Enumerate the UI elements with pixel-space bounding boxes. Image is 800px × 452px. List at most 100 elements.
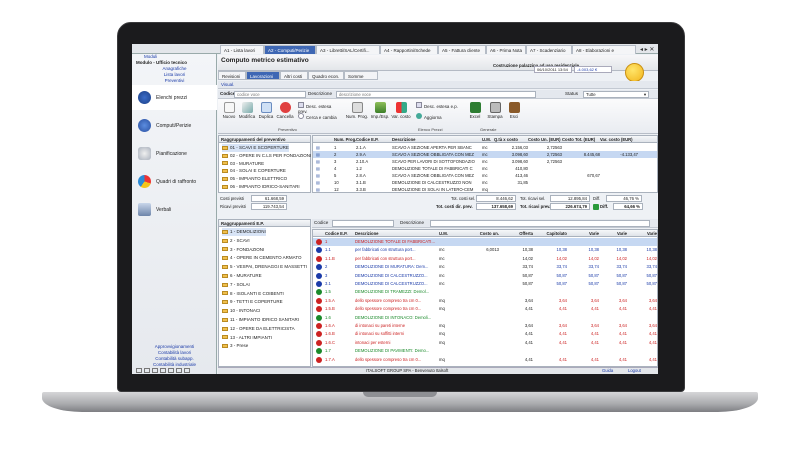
nav-quadri-raffronto[interactable]: Quadri di raffronto <box>132 169 217 194</box>
tree-item[interactable]: 3 - FONDAZIONI <box>222 246 264 254</box>
tab-scadenziario[interactable]: A7 - Scadenziario <box>526 45 572 54</box>
table-row[interactable]: ▤ 2 2.9.A SCAVO A SEZIONE OBBLIGATA CON MEZ… <box>313 151 657 158</box>
column-header[interactable]: Descrizione <box>355 230 439 236</box>
tree-item[interactable]: 3 - Prese <box>222 342 248 350</box>
table-row[interactable]: ▤ 10 3.1.B DEMOLIZIONE DI CALCESTRUZZO NON m… <box>313 179 657 186</box>
guida-link[interactable]: Guida <box>602 368 613 373</box>
tab-prima-nota[interactable]: A6 - Prima Nota <box>486 45 526 54</box>
tab-somme-disp[interactable]: Somme disp. <box>344 71 378 88</box>
table-row[interactable]: 1.5.B dello spessore compreso tra cm 0...… <box>313 305 657 313</box>
column-header[interactable]: Offerta <box>499 230 533 236</box>
column-header[interactable]: Capitolato <box>533 230 567 236</box>
table-row[interactable]: 1.5 DEMOLIZIONE DI TRAMEZZI: Demol... <box>313 288 657 296</box>
tab-quadro-econ[interactable]: Quadro econ. <box>308 71 344 80</box>
stampa-button[interactable]: Stampa <box>485 102 505 119</box>
modifica-button[interactable]: Modifica <box>237 102 257 119</box>
column-header[interactable]: Costo Tot. (EUR) <box>562 136 600 142</box>
table-row[interactable]: 1.1.B per fabbricati con struttura port..… <box>313 255 657 263</box>
codice-input[interactable]: codice voce <box>234 91 306 98</box>
column-header[interactable]: Codice E.P. <box>356 136 392 142</box>
tree-item[interactable]: 8 - ISOLANTI E COIBENTI <box>222 290 284 298</box>
column-header[interactable]: Num. Prog. <box>334 136 356 142</box>
table-row[interactable]: ▤ 5 2.8.A SCAVO A SEZIONE OBBLIGATA CON MEZ… <box>313 172 657 179</box>
tab-scroll-arrows[interactable]: ◂ ▸ ✕ <box>640 46 654 53</box>
table-row[interactable]: ▤ 3 2.10.A SCAVO PER LAVORI DI SOTTOFONDAZI… <box>313 158 657 165</box>
table-row[interactable]: 1.6 DEMOLIZIONE DI INTONACO: Demoli... <box>313 314 657 322</box>
duplica-button[interactable]: Duplica <box>257 102 275 119</box>
aggiorna-button[interactable]: Aggiorna <box>416 113 462 120</box>
column-header[interactable]: Costo un. <box>469 230 499 236</box>
column-header[interactable]: Q.tà x costo <box>494 136 528 142</box>
tree-item[interactable]: 7 - SOLAI <box>222 281 250 289</box>
table-row[interactable]: 1 DEMOLIZIONE TOTALE DI FABBRICATI... <box>313 238 657 246</box>
visual-link[interactable]: Visual. <box>221 82 234 87</box>
table-row[interactable]: ▤ 4 1.2 DEMOLIZIONE TOTALE DI FABBRICATI C m… <box>313 165 657 172</box>
tree-item[interactable]: 6 - MURATURE <box>222 272 262 280</box>
nav-elenchi-prezzi[interactable]: Elenchi prezzi <box>132 85 217 110</box>
desc-estesa-ep-button[interactable]: Desc. estesa e.p. <box>416 102 462 109</box>
column-header[interactable]: Varie <box>599 230 627 236</box>
table-row[interactable]: 3.1 DEMOLIZIONE DI CALCESTRUZZO... mc 50,87… <box>313 280 657 288</box>
tab-altri-costi[interactable]: Altri costi <box>280 71 308 80</box>
column-header[interactable]: U.M. <box>482 136 494 142</box>
logout-link[interactable]: Logout <box>628 368 641 373</box>
cancella-button[interactable]: Cancella <box>275 102 295 119</box>
tree-item[interactable]: 1 - DEMOLIZIONI <box>222 228 266 236</box>
tree-item[interactable]: 12 - OPERE DA ELETTRICISTA <box>222 325 295 333</box>
lower-descrizione-input[interactable] <box>430 220 650 227</box>
column-header[interactable]: Descrizione <box>392 136 482 142</box>
tree-item[interactable]: 05 - IMPIANTO ELETTRICO <box>222 175 287 183</box>
tree-item[interactable]: 5 - VESPAI, DRENAGGI E MASSETTI <box>222 263 307 271</box>
tree-item[interactable]: 2 - SCAVI <box>222 237 250 245</box>
nav-verbali[interactable]: Verbali <box>132 197 217 222</box>
tree-item[interactable]: 4 - OPERE IN CEMENTO ARMATO <box>222 254 302 262</box>
table-row[interactable]: 1.6.B di intonaci su soffitti interni mq 4,… <box>313 330 657 338</box>
tree-item[interactable]: 11 - IMPIANTO IDRICO SANITARI <box>222 316 299 324</box>
tab-fattura[interactable]: A5 - Fattura cliente <box>438 45 486 54</box>
table-row[interactable]: 1.7.A dello spessore compreso tra cm 0...… <box>313 356 657 364</box>
pager-squares[interactable] <box>136 368 212 373</box>
column-header[interactable]: Varie <box>567 230 599 236</box>
table-row[interactable]: 1.6.C intonaci per esterni mq 4,41 4,41 4,41 4… <box>313 339 657 347</box>
column-header[interactable]: Costo Un. (EUR) <box>528 136 562 142</box>
tab-lavorazioni[interactable]: Lavorazioni <box>246 71 280 80</box>
tree-item[interactable]: 03 - MURATURE <box>222 160 264 168</box>
tab-rapportini[interactable]: A4 - Rapportini/Schede <box>380 45 438 54</box>
status-select[interactable]: Tutte ▾ <box>583 91 649 98</box>
tree-item[interactable]: 13 - ALTRI IMPIANTI <box>222 334 272 342</box>
table-row[interactable]: 1.5.A dello spessore compreso tra cm 0...… <box>313 297 657 305</box>
esci-button[interactable]: Esci <box>506 102 522 119</box>
table-row[interactable]: 3 DEMOLIZIONE DI CALCESTRUZZO... mc 50,87 50… <box>313 272 657 280</box>
tree-item[interactable]: 01 - SCAVI E SCOPERTURE <box>222 144 289 152</box>
excel-button[interactable]: Excel <box>466 102 484 119</box>
cerca-cambia-button[interactable]: Cerca e cambia <box>298 113 342 120</box>
tree-item[interactable]: 02 - OPERE IN C.LS PER FONDAZIONI <box>222 152 311 160</box>
table-row[interactable]: ▤ 1 2.1.A SCAVO A SEZIONE APERTA PER SBANC m… <box>313 144 657 151</box>
num-prog-button[interactable]: Num. Prog. <box>344 102 370 119</box>
table-row[interactable]: 1.6.A di intonaci su pareti interne mq 3,64… <box>313 322 657 330</box>
tree-item[interactable]: 04 - SOLAI E COPERTURE <box>222 167 286 175</box>
tab-lista-lavori[interactable]: A1 - Lista lavori <box>220 45 264 54</box>
tab-computi[interactable]: A2 - Computi/Perizie <box>264 45 316 54</box>
descrizione-input[interactable]: descrizione voce <box>336 91 536 98</box>
tab-revisioni[interactable]: Revisioni <box>218 71 246 80</box>
nav-pianificazione[interactable]: Pianificazione <box>132 141 217 166</box>
column-header[interactable]: Varie <box>627 230 657 236</box>
tab-libretti[interactable]: A3 - Libretti/SAL/Certifi... <box>316 45 380 54</box>
var-costo-button[interactable]: Var. costo <box>390 102 412 119</box>
nuovo-button[interactable]: Nuovo <box>221 102 237 119</box>
nav-computi-perizie[interactable]: Computi/Perizie <box>132 113 217 138</box>
table-row[interactable]: 1.7 DEMOLIZIONE DI PAVIMENTI: Demo... <box>313 347 657 355</box>
tree-item[interactable]: 9 - TETTI E COPERTURE <box>222 298 283 306</box>
table-row[interactable]: 2 DEMOLIZIONE DI MURATURA: Dem... mc 33,74 3… <box>313 263 657 271</box>
column-header[interactable]: Codice E.P. <box>325 230 355 236</box>
tree-item[interactable]: 06 - IMPIANTO IDRICO-SANITARI <box>222 183 300 191</box>
column-header[interactable]: Var. costo (EUR) <box>600 136 638 142</box>
tree-item[interactable]: 10 - INTONACI <box>222 307 260 315</box>
link-preventivi[interactable]: Preventivi <box>132 78 217 84</box>
table-row[interactable]: 1.1 per fabbricati con struttura port... m… <box>313 246 657 254</box>
imp-esp-button[interactable]: Imp./Esp. <box>370 102 390 119</box>
tab-elaborazioni[interactable]: A8 - Elaborazioni e <box>572 45 636 54</box>
column-header[interactable]: U.M. <box>439 230 469 236</box>
lower-codice-input[interactable] <box>332 220 394 227</box>
